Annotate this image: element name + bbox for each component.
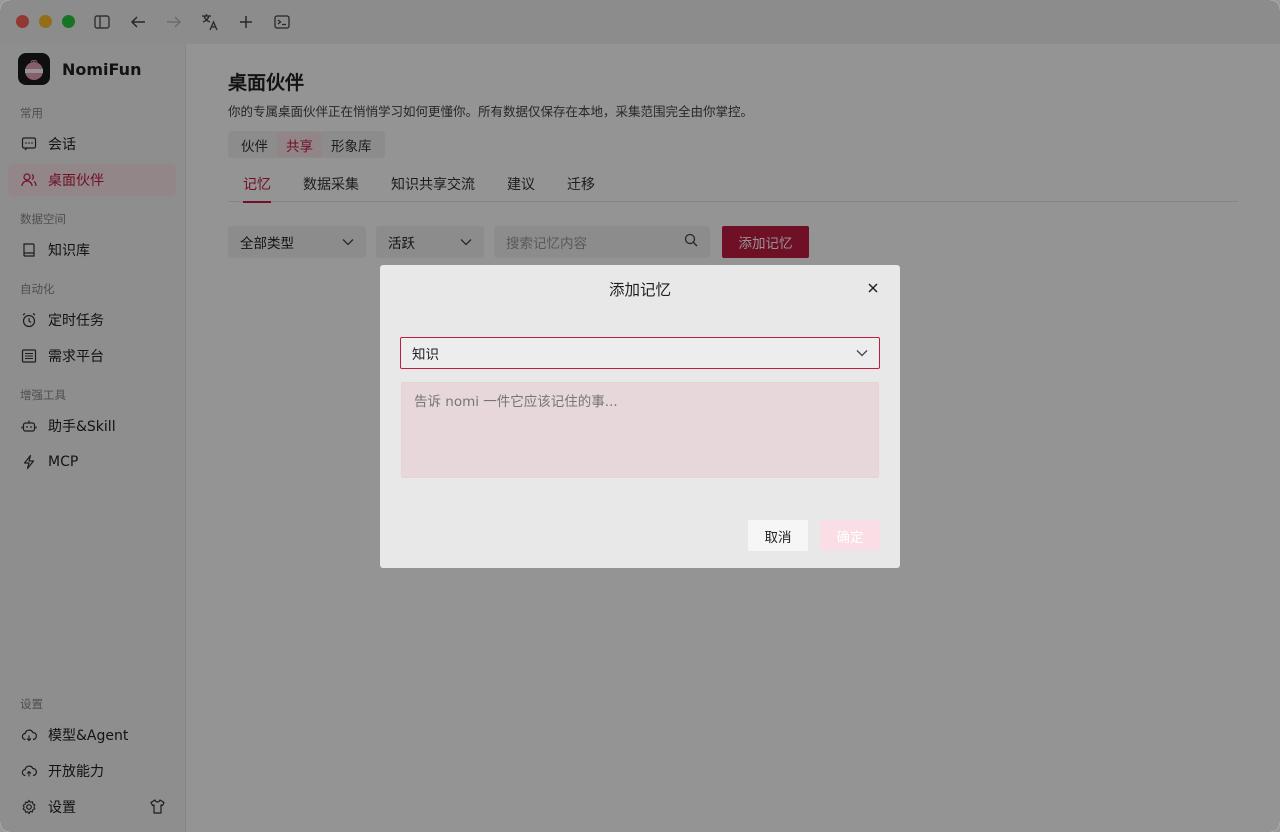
- memory-type-value: 知识: [412, 347, 439, 363]
- app-window: NomiFun 常用 会话 桌面伙伴 数据空间 知识库 自动化 定时任务 需求平…: [0, 0, 1280, 832]
- memory-content-textarea[interactable]: [401, 382, 879, 478]
- add-memory-dialog: 添加记忆 知识 取消 确定: [380, 265, 900, 568]
- confirm-button[interactable]: 确定: [820, 520, 880, 551]
- close-icon[interactable]: [865, 280, 881, 296]
- dialog-title: 添加记忆: [608, 281, 671, 299]
- cancel-button[interactable]: 取消: [748, 520, 808, 551]
- chevron-down-icon: [856, 345, 868, 361]
- memory-type-select[interactable]: 知识: [400, 337, 880, 369]
